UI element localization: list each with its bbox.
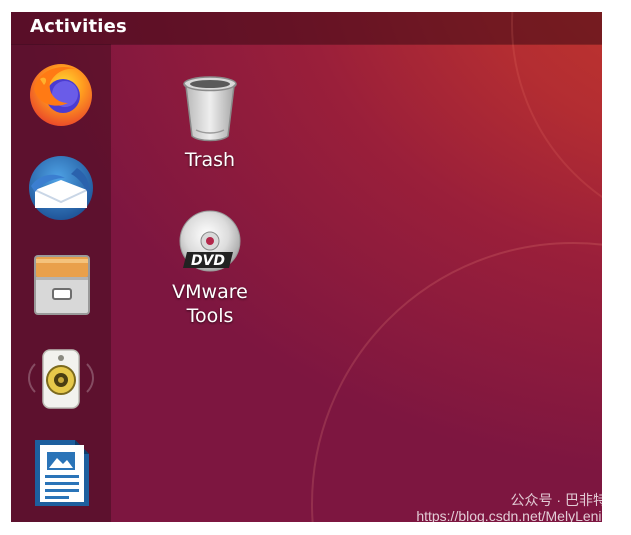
watermark-line2: https://blog.csdn.net/MelyLenient (416, 508, 621, 524)
firefox-icon (30, 64, 92, 126)
desktop-icon-label: VMware Tools (172, 281, 248, 327)
watermark-line1: 公众号 · 巴非特链 (510, 492, 621, 508)
dock-item-rhythmbox[interactable] (25, 342, 97, 414)
svg-text:DVD: DVD (191, 253, 225, 269)
dvd-icon: DVD (179, 210, 241, 272)
dock-item-files[interactable] (25, 248, 97, 320)
dock-item-firefox[interactable] (25, 58, 97, 130)
dock-item-writer[interactable] (25, 436, 97, 508)
dock-item-thunderbird[interactable] (25, 152, 97, 224)
desktop-icon-label: Trash (184, 149, 236, 171)
desktop-screen: Activities Trash DVD VMware Tools (11, 12, 602, 522)
trash-icon (183, 76, 237, 142)
activities-button[interactable]: Activities (30, 16, 127, 37)
dock (11, 44, 111, 522)
top-bar: Activities (11, 12, 602, 44)
rhythmbox-icon (28, 349, 94, 409)
desktop-icon-vmware-tools[interactable]: DVD VMware Tools (150, 210, 270, 328)
files-icon (34, 255, 90, 315)
writer-icon (35, 440, 89, 506)
watermark: 公众号 · 巴非特链 https://blog.csdn.net/MelyLen… (416, 490, 621, 524)
desktop-icon-trash[interactable]: Trash (150, 74, 270, 172)
thunderbird-icon (29, 156, 93, 220)
